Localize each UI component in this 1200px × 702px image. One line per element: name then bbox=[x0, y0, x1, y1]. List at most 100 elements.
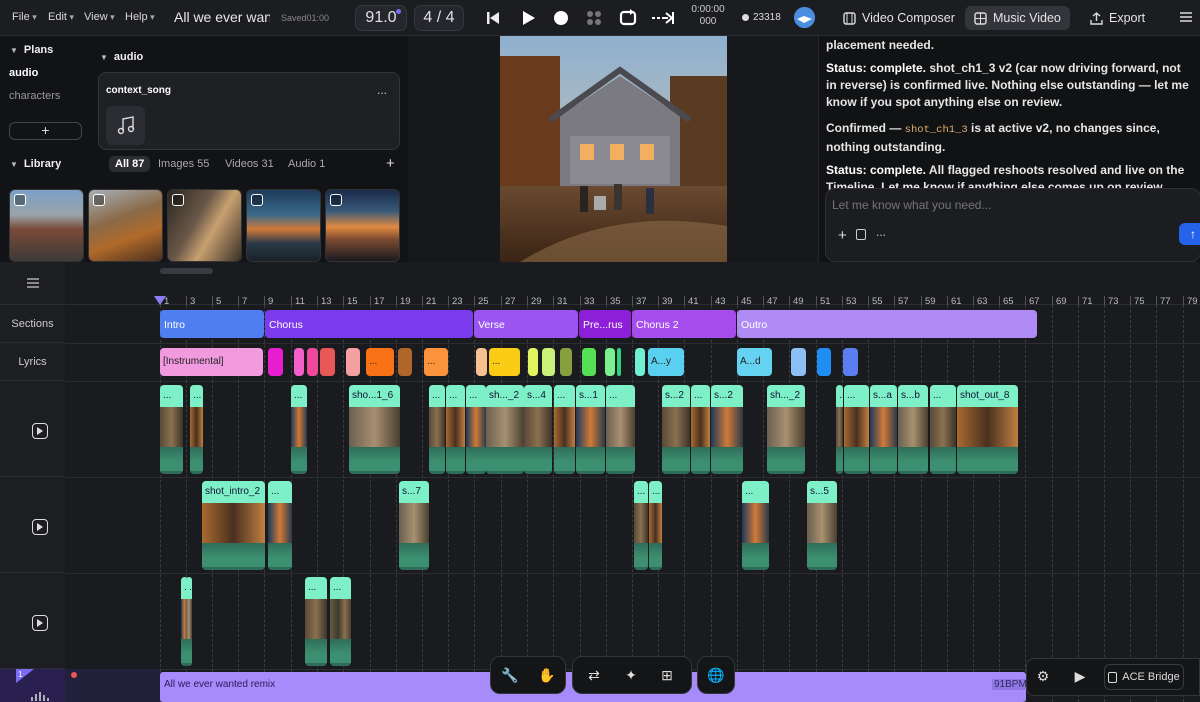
library-add-button[interactable]: + bbox=[386, 155, 395, 172]
section-intro[interactable]: Intro bbox=[160, 310, 264, 338]
lyric-block[interactable] bbox=[294, 348, 304, 376]
lyric-block[interactable] bbox=[542, 348, 555, 376]
plans-header[interactable]: ▼ Plans bbox=[10, 44, 53, 56]
menu-edit[interactable]: Edit bbox=[48, 11, 74, 23]
chat-input[interactable] bbox=[832, 195, 1172, 215]
play-button[interactable] bbox=[519, 9, 537, 27]
lyric-block[interactable]: ... bbox=[366, 348, 394, 376]
send-button[interactable]: ↑ bbox=[1179, 223, 1200, 245]
lyric-block[interactable] bbox=[268, 348, 283, 376]
export-button[interactable]: Export bbox=[1081, 6, 1154, 30]
lyric-block[interactable] bbox=[791, 348, 806, 376]
video-clip[interactable]: s...2 bbox=[662, 385, 690, 474]
video-clip[interactable]: ... bbox=[844, 385, 869, 474]
bpm-display[interactable]: 91.0 bbox=[355, 5, 407, 31]
lyric-block[interactable]: A...d bbox=[737, 348, 772, 376]
plans-item-characters[interactable]: characters bbox=[9, 90, 60, 102]
add-attachment-icon[interactable]: + bbox=[838, 227, 847, 244]
lyric-block[interactable] bbox=[617, 348, 621, 376]
video-clip[interactable]: s...7 bbox=[399, 481, 429, 570]
audio-header[interactable]: ▼ audio bbox=[100, 51, 143, 63]
project-title[interactable]: All we ever want bbox=[174, 9, 270, 25]
menu-file[interactable]: File bbox=[12, 11, 37, 23]
music-video-button[interactable]: Music Video bbox=[965, 6, 1070, 30]
library-thumb-2[interactable] bbox=[88, 189, 163, 262]
loop-button[interactable] bbox=[619, 9, 637, 27]
lyric-block[interactable] bbox=[635, 348, 645, 376]
camera-swap-icon[interactable]: ⇄ bbox=[586, 667, 602, 683]
video-clip[interactable]: ... bbox=[291, 385, 307, 474]
lyric-instrumental[interactable]: [Instrumental] bbox=[160, 348, 263, 376]
video-clip[interactable]: ... bbox=[190, 385, 203, 474]
plans-item-audio[interactable]: audio bbox=[9, 67, 38, 79]
track-2-header[interactable] bbox=[0, 477, 65, 573]
track-3-header[interactable] bbox=[0, 573, 65, 669]
video-clip[interactable]: ... bbox=[691, 385, 710, 474]
lyric-block[interactable] bbox=[843, 348, 858, 376]
section-chorus-2[interactable]: Chorus 2 bbox=[632, 310, 736, 338]
video-clip[interactable]: ... bbox=[742, 481, 769, 570]
library-thumb-4[interactable] bbox=[246, 189, 321, 262]
time-signature[interactable]: 4 / 4 bbox=[414, 5, 464, 31]
lyric-block[interactable] bbox=[398, 348, 412, 376]
video-clip[interactable]: sh..._2 bbox=[767, 385, 805, 474]
filter-images[interactable]: Images 55 bbox=[158, 158, 209, 170]
section-outro[interactable]: Outro bbox=[737, 310, 1037, 338]
wrench-icon[interactable]: 🔧 bbox=[501, 667, 518, 683]
library-thumb-3[interactable] bbox=[167, 189, 242, 262]
video-clip[interactable]: s...b bbox=[898, 385, 928, 474]
video-clip[interactable]: ... bbox=[930, 385, 956, 474]
library-header[interactable]: ▼ Library bbox=[10, 158, 61, 170]
credits-counter[interactable]: 23318 bbox=[742, 12, 781, 23]
preview-frame[interactable] bbox=[500, 36, 727, 262]
record-arm-indicator[interactable] bbox=[71, 672, 77, 678]
menu-help[interactable]: Help bbox=[125, 11, 155, 23]
lyric-block[interactable]: ... bbox=[489, 348, 520, 376]
section-verse[interactable]: Verse bbox=[474, 310, 578, 338]
video-clip[interactable]: ... bbox=[429, 385, 445, 474]
ace-bridge-button[interactable]: ACE Bridge bbox=[1104, 664, 1184, 690]
section-chorus[interactable]: Chorus bbox=[265, 310, 473, 338]
lyric-block[interactable] bbox=[307, 348, 318, 376]
video-composer-button[interactable]: Video Composer bbox=[834, 6, 964, 30]
follow-playhead-button[interactable] bbox=[651, 9, 675, 27]
library-thumb-5[interactable] bbox=[325, 189, 400, 262]
skip-back-button[interactable] bbox=[484, 9, 502, 27]
video-clip[interactable]: s...2 bbox=[711, 385, 743, 474]
video-clip[interactable]: ... bbox=[649, 481, 662, 570]
magic-wand-icon[interactable]: ✦ bbox=[623, 667, 639, 683]
video-clip[interactable]: s...5 bbox=[807, 481, 837, 570]
document-icon[interactable] bbox=[856, 229, 866, 240]
lyric-block[interactable] bbox=[320, 348, 335, 376]
hand-icon[interactable]: ✋ bbox=[538, 667, 555, 683]
lyric-block[interactable] bbox=[582, 348, 596, 376]
video-clip[interactable]: ... bbox=[268, 481, 292, 570]
lyric-block[interactable] bbox=[476, 348, 487, 376]
player-icon[interactable]: ▶ bbox=[1072, 668, 1088, 684]
chat-more-button[interactable]: ... bbox=[876, 225, 886, 239]
lyric-block[interactable] bbox=[817, 348, 831, 376]
lyric-block[interactable] bbox=[605, 348, 615, 376]
audio-card[interactable]: context_song ... bbox=[98, 72, 400, 150]
video-clip[interactable]: shot_intro_2 bbox=[202, 481, 265, 570]
video-clip[interactable]: s...4 bbox=[524, 385, 552, 474]
filter-all[interactable]: All 87 bbox=[109, 156, 151, 172]
video-clip[interactable]: ... bbox=[554, 385, 575, 474]
video-clip[interactable]: ... bbox=[305, 577, 327, 666]
timeline-menu-button[interactable] bbox=[0, 262, 65, 305]
video-clip[interactable]: ... bbox=[606, 385, 635, 474]
avatar[interactable] bbox=[794, 7, 815, 28]
settings-gear-icon[interactable]: ⚙ bbox=[1035, 668, 1051, 684]
add-grid-icon[interactable]: ⊞ bbox=[659, 667, 675, 683]
audio-track-header[interactable]: 1 bbox=[0, 669, 65, 702]
globe-icon[interactable]: 🌐 bbox=[707, 667, 724, 683]
video-clip[interactable]: ... bbox=[160, 385, 183, 474]
lyric-block[interactable] bbox=[528, 348, 538, 376]
video-clip[interactable]: s...1 bbox=[576, 385, 605, 474]
record-button[interactable] bbox=[552, 9, 570, 27]
lyric-block[interactable]: ... bbox=[424, 348, 448, 376]
filter-audio[interactable]: Audio 1 bbox=[288, 158, 325, 170]
audio-card-more[interactable]: ... bbox=[377, 83, 387, 97]
menu-view[interactable]: View bbox=[84, 11, 115, 23]
video-clip[interactable]: s...a bbox=[870, 385, 897, 474]
